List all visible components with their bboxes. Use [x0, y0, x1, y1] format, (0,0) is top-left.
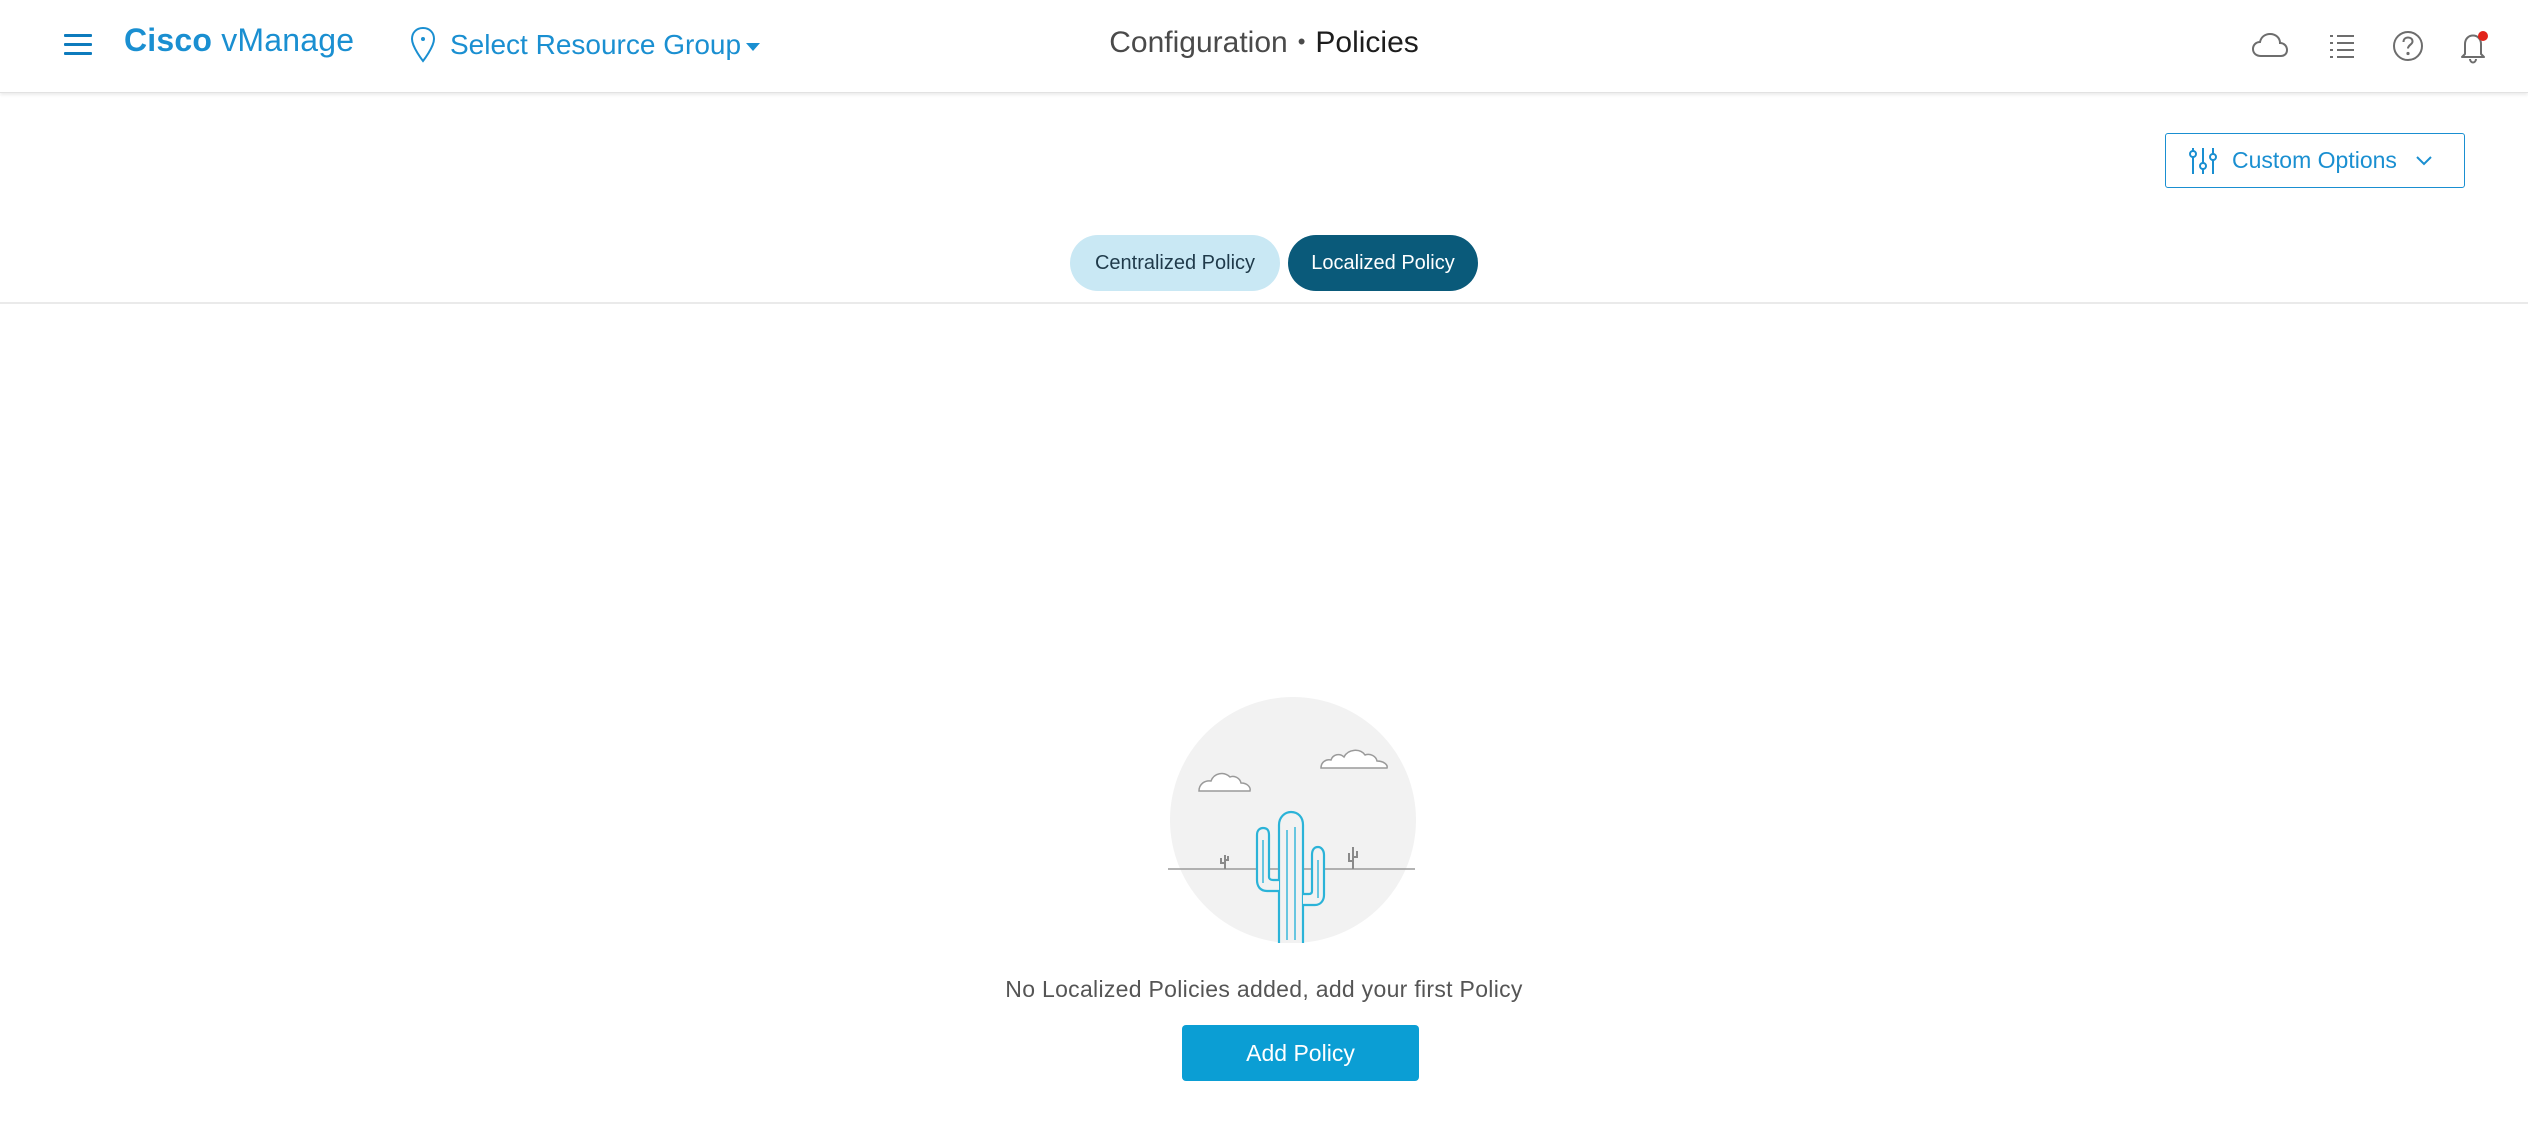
- cloud-icon[interactable]: [2250, 26, 2290, 66]
- policies-page: Cisco vManage Select Resource Group Conf…: [0, 0, 2528, 1137]
- tab-localized-policy[interactable]: Localized Policy: [1288, 235, 1478, 291]
- empty-state-message: No Localized Policies added, add your fi…: [1005, 976, 1523, 1002]
- custom-options-label: Custom Options: [2232, 147, 2397, 173]
- notification-dot: [2478, 31, 2488, 41]
- sliders-icon: [2189, 147, 2217, 174]
- breadcrumb-section: Configuration: [1109, 26, 1288, 59]
- page-title: Configuration • Policies: [0, 26, 2528, 60]
- chevron-down-icon: [2416, 155, 2432, 165]
- custom-options-button[interactable]: Custom Options: [2165, 133, 2465, 188]
- tab-centralized-policy[interactable]: Centralized Policy: [1070, 235, 1280, 291]
- add-policy-button[interactable]: Add Policy: [1182, 1025, 1419, 1081]
- breadcrumb-current: Policies: [1315, 26, 1419, 59]
- desert-cactus-illustration: [1168, 697, 1416, 943]
- tabs-divider: [0, 302, 2528, 304]
- task-list-icon[interactable]: [2322, 26, 2362, 66]
- policy-type-tabs: Centralized Policy Localized Policy: [1070, 235, 1478, 291]
- help-icon[interactable]: [2388, 26, 2428, 66]
- notification-bell-icon[interactable]: [2454, 26, 2494, 66]
- breadcrumb-separator: •: [1297, 29, 1306, 54]
- top-header: Cisco vManage Select Resource Group Conf…: [0, 0, 2528, 93]
